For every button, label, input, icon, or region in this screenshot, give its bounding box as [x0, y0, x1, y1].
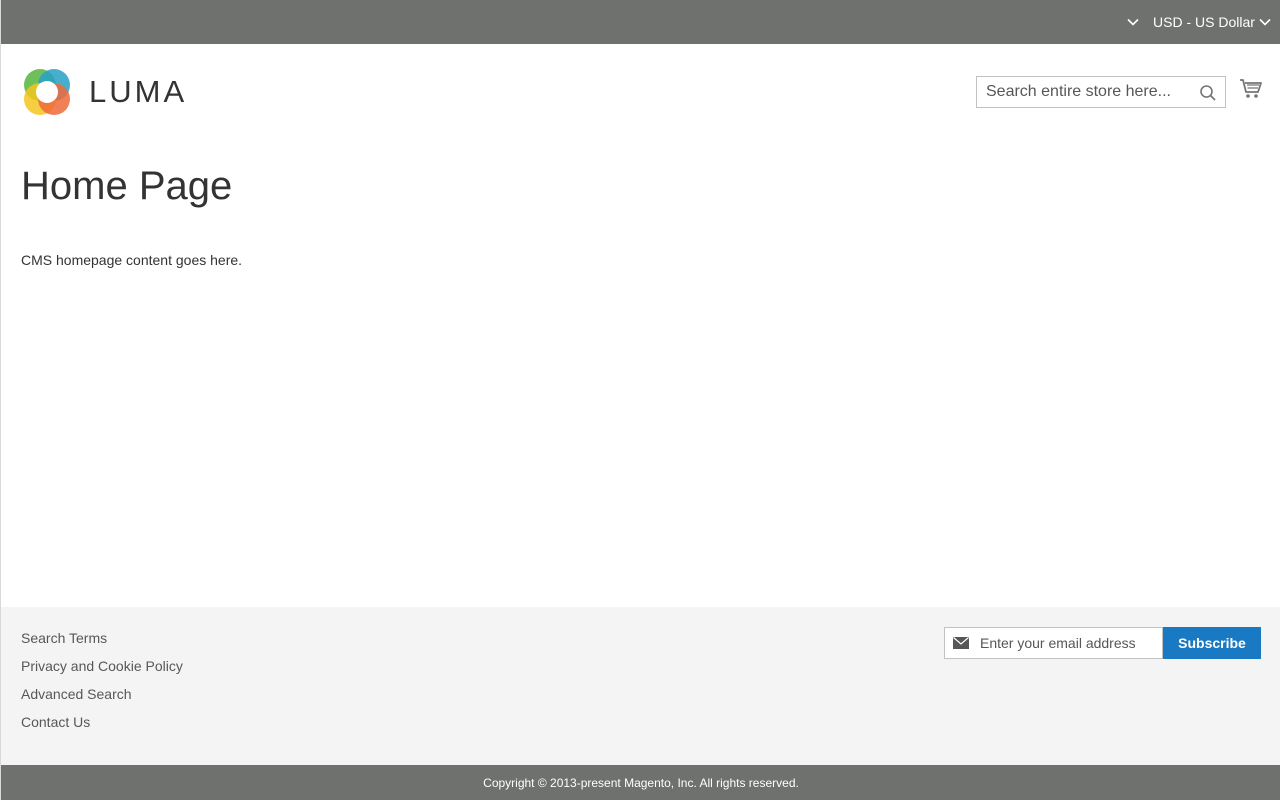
- footer: Search Terms Privacy and Cookie Policy A…: [1, 607, 1280, 765]
- search-icon: [1200, 85, 1216, 101]
- newsletter-field: [944, 627, 1163, 659]
- chevron-down-icon: [1259, 18, 1271, 26]
- search-input[interactable]: [986, 77, 1191, 107]
- currency-switcher[interactable]: USD - US Dollar: [1153, 13, 1271, 31]
- footer-link-contact[interactable]: Contact Us: [21, 713, 183, 741]
- footer-links: Search Terms Privacy and Cookie Policy A…: [21, 629, 183, 741]
- store-switcher-toggle[interactable]: [1125, 14, 1141, 30]
- minicart-button[interactable]: [1239, 78, 1263, 100]
- newsletter-email-input[interactable]: [980, 628, 1160, 658]
- chevron-down-icon: [1127, 18, 1139, 26]
- logo-text: LUMA: [89, 74, 188, 109]
- newsletter-form: Subscribe: [944, 627, 1261, 659]
- search-box: [976, 76, 1226, 108]
- envelope-icon: [953, 637, 969, 649]
- top-bar: USD - US Dollar: [1, 0, 1280, 44]
- footer-link-search-terms[interactable]: Search Terms: [21, 629, 183, 657]
- footer-link-advanced-search[interactable]: Advanced Search: [21, 685, 183, 713]
- cms-content: CMS homepage content goes here.: [21, 252, 243, 268]
- site-header: LUMA: [1, 44, 1280, 144]
- currency-label: USD - US Dollar: [1153, 14, 1255, 30]
- logo[interactable]: LUMA: [21, 66, 187, 118]
- cart-icon: [1240, 79, 1262, 98]
- luma-logo-icon: [24, 69, 70, 115]
- copyright-text: Copyright © 2013-present Magento, Inc. A…: [483, 775, 799, 790]
- footer-link-privacy[interactable]: Privacy and Cookie Policy: [21, 657, 183, 685]
- page-title: Home Page: [21, 164, 233, 208]
- subscribe-button[interactable]: Subscribe: [1163, 627, 1261, 659]
- copyright-bar: Copyright © 2013-present Magento, Inc. A…: [1, 765, 1280, 800]
- search-button[interactable]: [1199, 84, 1217, 102]
